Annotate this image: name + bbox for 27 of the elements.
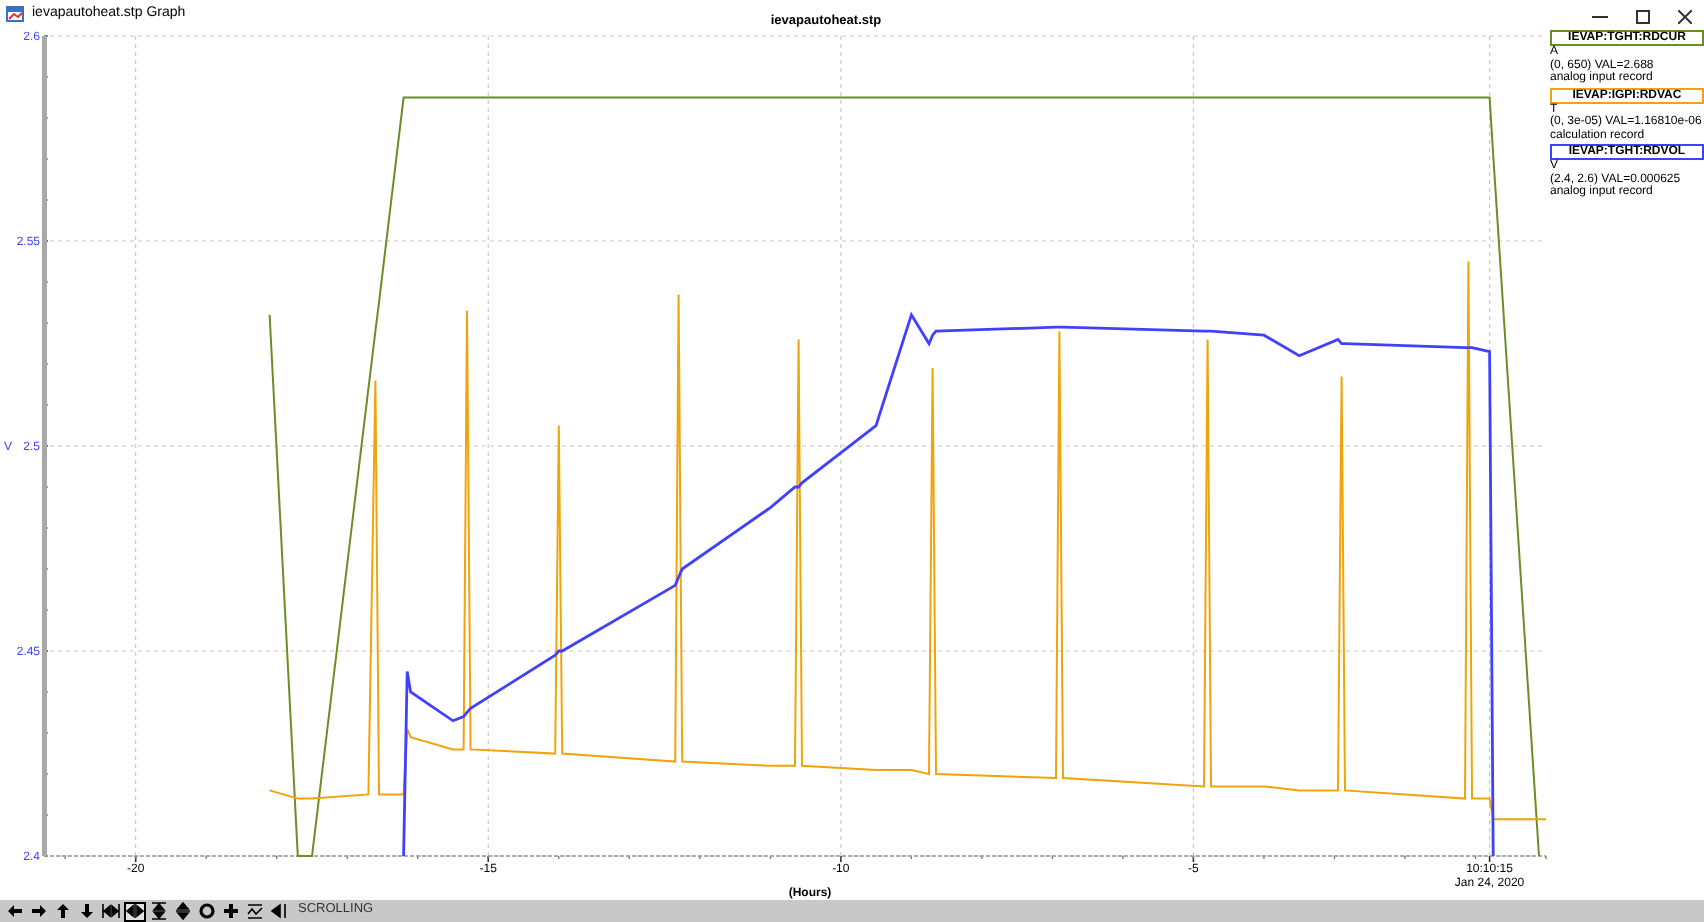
right-arrow-icon bbox=[30, 902, 48, 920]
plus-icon bbox=[222, 902, 240, 920]
waveform-button[interactable] bbox=[244, 901, 266, 921]
expand-vertical-button[interactable] bbox=[172, 901, 194, 921]
down-arrow-button[interactable] bbox=[76, 901, 98, 921]
maximize-icon[interactable] bbox=[1636, 10, 1650, 24]
arrow-to-bar-button[interactable] bbox=[268, 901, 290, 921]
circle-icon bbox=[198, 902, 216, 920]
expand-horizontal-icon bbox=[126, 902, 144, 920]
circle-button[interactable] bbox=[196, 901, 218, 921]
shrink-horizontal-icon bbox=[102, 902, 120, 920]
shrink-vertical-button[interactable] bbox=[148, 901, 170, 921]
close-icon[interactable] bbox=[1678, 10, 1692, 24]
shrink-horizontal-button[interactable] bbox=[100, 901, 122, 921]
expand-horizontal-button[interactable] bbox=[124, 901, 146, 921]
waveform-icon bbox=[246, 902, 264, 920]
left-arrow-icon bbox=[6, 902, 24, 920]
up-arrow-button[interactable] bbox=[52, 901, 74, 921]
arrow-to-bar-icon bbox=[270, 902, 288, 920]
right-arrow-button[interactable] bbox=[28, 901, 50, 921]
up-arrow-icon bbox=[54, 902, 72, 920]
graph-app-icon bbox=[6, 5, 24, 21]
left-arrow-button[interactable] bbox=[4, 901, 26, 921]
shrink-vertical-icon bbox=[150, 902, 168, 920]
expand-vertical-icon bbox=[174, 902, 192, 920]
plus-button[interactable] bbox=[220, 901, 242, 921]
down-arrow-icon bbox=[78, 902, 96, 920]
